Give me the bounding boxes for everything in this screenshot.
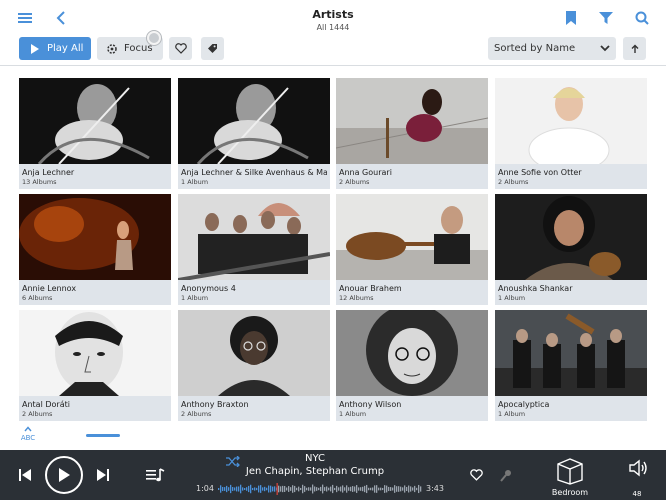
sort-direction-button[interactable] — [623, 37, 646, 60]
zone-name[interactable]: Bedroom — [548, 488, 592, 497]
sort-label: Sorted by Name — [494, 43, 576, 54]
album-count: 12 Albums — [339, 294, 374, 302]
artist-tile[interactable]: Apocalyptica 1 Album — [495, 310, 647, 421]
playhead[interactable] — [276, 483, 278, 495]
sort-select[interactable]: Sorted by Name — [488, 37, 616, 60]
alphabet-jump[interactable]: ABC — [18, 426, 38, 442]
album-count: 1 Album — [498, 410, 526, 418]
track-artist[interactable]: Jen Chapin, Stephan Crump — [200, 466, 430, 477]
artist-tile[interactable]: Anne Sofie von Otter 2 Albums — [495, 78, 647, 189]
artist-tile[interactable]: Antal Doráti 2 Albums — [19, 310, 171, 421]
artist-name: Anthony Braxton — [181, 400, 249, 409]
play-icon — [31, 43, 39, 54]
queue-icon[interactable] — [146, 466, 166, 484]
play-all-label: Play All — [47, 43, 84, 54]
zone-device-icon[interactable] — [554, 454, 586, 486]
arrow-up-icon — [631, 44, 638, 53]
artist-name: Anja Lechner & Silke Avenhaus & Maac — [181, 168, 327, 177]
heart-icon — [174, 43, 187, 54]
artist-image — [336, 194, 488, 280]
artist-tile[interactable]: Anna Gourari 2 Albums — [336, 78, 488, 189]
divider — [0, 65, 666, 66]
chevron-down-icon — [600, 43, 610, 56]
album-count: 1 Album — [181, 178, 209, 186]
seek-waveform[interactable] — [218, 483, 422, 495]
artist-name: Anoushka Shankar — [498, 284, 573, 293]
artist-tile[interactable]: Anja Lechner 13 Albums — [19, 78, 171, 189]
heart-icon[interactable] — [469, 468, 483, 482]
radio-mic-icon[interactable] — [499, 468, 513, 482]
artist-tile[interactable]: Anthony Braxton 2 Albums — [178, 310, 330, 421]
artist-image — [495, 194, 647, 280]
scrollbar[interactable] — [86, 434, 120, 437]
play-all-button[interactable]: Play All — [19, 37, 91, 60]
artist-name: Apocalyptica — [498, 400, 550, 409]
volume-level: 48 — [632, 490, 642, 498]
album-count: 2 Albums — [22, 410, 53, 418]
previous-track-icon[interactable] — [17, 467, 33, 483]
search-icon[interactable] — [633, 9, 651, 27]
artist-name: Anthony Wilson — [339, 400, 402, 409]
album-count: 2 Albums — [339, 178, 370, 186]
track-title: NYC — [304, 453, 326, 464]
album-count: 6 Albums — [22, 294, 53, 302]
artist-image — [178, 78, 330, 164]
artist-tile[interactable]: Anouar Brahem 12 Albums — [336, 194, 488, 305]
artist-tile[interactable]: Anja Lechner & Silke Avenhaus & Maac 1 Al… — [178, 78, 330, 189]
artist-tile[interactable]: Anoushka Shankar 1 Album — [495, 194, 647, 305]
focus-label: Focus — [124, 43, 153, 54]
alphabet-label: ABC — [20, 434, 36, 442]
artist-name: Anna Gourari — [339, 168, 392, 177]
artist-name: Annie Lennox — [22, 284, 77, 293]
artist-image — [495, 310, 647, 396]
tag-button[interactable] — [201, 37, 224, 60]
play-button[interactable] — [45, 456, 83, 494]
album-count: 13 Albums — [22, 178, 57, 186]
artist-image — [495, 78, 647, 164]
next-track-icon[interactable] — [95, 467, 111, 483]
artist-image — [336, 78, 488, 164]
bookmark-icon[interactable] — [562, 9, 580, 27]
artist-name: Anne Sofie von Otter — [498, 168, 582, 177]
artist-name: Anouar Brahem — [339, 284, 402, 293]
album-count: 1 Album — [498, 294, 526, 302]
header: Artists All 1444 — [0, 0, 666, 36]
chevron-up-icon — [24, 426, 32, 432]
artist-image — [336, 310, 488, 396]
artist-tile[interactable]: Anonymous 41 Album — [178, 194, 330, 305]
artist-image — [19, 310, 171, 396]
album-count: 2 Albums — [181, 410, 212, 418]
roon-app: Artists All 1444 Play All Focus Sorted b… — [0, 0, 666, 500]
artist-image — [19, 194, 171, 280]
tag-icon — [208, 44, 217, 53]
artist-image — [178, 194, 330, 280]
toolbar: Play All Focus Sorted by Name — [0, 31, 666, 62]
focus-icon — [107, 43, 117, 54]
favorite-button[interactable] — [169, 37, 192, 60]
touch-indicator-icon — [147, 31, 161, 45]
artist-name: Anonymous 4 — [181, 284, 236, 293]
album-count: 2 Albums — [498, 178, 529, 186]
play-icon — [59, 468, 70, 482]
album-count: 1 Album — [339, 410, 367, 418]
artist-name: Anja Lechner — [22, 168, 75, 177]
artist-image — [19, 78, 171, 164]
volume-icon[interactable] — [627, 458, 649, 478]
filter-icon[interactable] — [597, 9, 615, 27]
player-bar: NYC Jen Chapin, Stephan Crump 1:04 3:43 … — [0, 450, 666, 500]
track-duration: 3:43 — [426, 484, 444, 493]
focus-button[interactable]: Focus — [97, 31, 163, 60]
elapsed-time: 1:04 — [196, 484, 214, 493]
album-count: 1 Album — [181, 294, 209, 302]
artist-tile[interactable]: Anthony Wilson 1 Album — [336, 310, 488, 421]
artist-tile[interactable]: Annie Lennox 6 Albums — [19, 194, 171, 305]
artist-image — [178, 310, 330, 396]
artist-name: Antal Doráti — [22, 400, 70, 409]
